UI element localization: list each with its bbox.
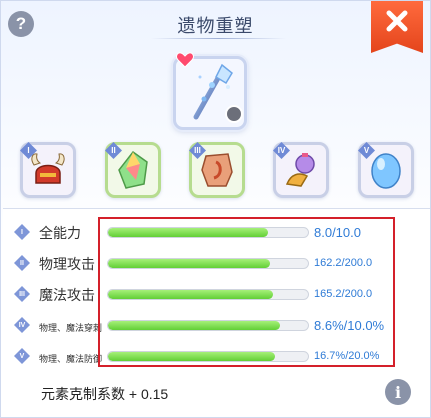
relic-slot-1[interactable]: I (20, 142, 76, 198)
relic-slot-2[interactable]: II (105, 142, 161, 198)
stat-name: 物理攻击 (39, 256, 95, 272)
relic-slot-3[interactable]: III (189, 142, 245, 198)
stat-numeral: V (14, 348, 30, 364)
relic-slot-4[interactable]: IV (273, 142, 329, 198)
blue-gem-icon (371, 153, 401, 189)
stat-numeral: IV (14, 317, 30, 333)
stat-name: 物理、魔法防御 (39, 354, 103, 364)
stat-numeral: III (14, 286, 30, 302)
info-button[interactable]: i (385, 379, 411, 405)
relic-reshape-panel: ? 遗物重塑 I II III IV V I 全能力 8.0/10.0 II 物… (0, 0, 431, 418)
heart-icon (176, 52, 194, 68)
panel-title: 遗物重塑 (177, 16, 254, 36)
element-coefficient: 元素克制系数 + 0.15 (41, 386, 169, 402)
close-button[interactable] (371, 1, 423, 53)
stat-numeral: I (14, 224, 30, 240)
link-badge-icon (225, 105, 243, 123)
red-ore-icon (201, 153, 233, 187)
rainbow-crystal-icon (118, 150, 148, 189)
info-icon: i (394, 382, 402, 402)
stat-name: 全能力 (39, 225, 81, 241)
relic-slot-5[interactable]: V (358, 142, 414, 198)
title-divider (151, 38, 286, 39)
potion-horn-icon (285, 153, 315, 187)
stat-numeral: II (14, 255, 30, 271)
stat-name: 物理、魔法穿刺 (39, 323, 103, 333)
highlight-box (98, 217, 395, 367)
close-x-icon (386, 10, 408, 32)
stat-name: 魔法攻击 (39, 287, 95, 303)
red-horned-helmet-icon (31, 153, 65, 184)
